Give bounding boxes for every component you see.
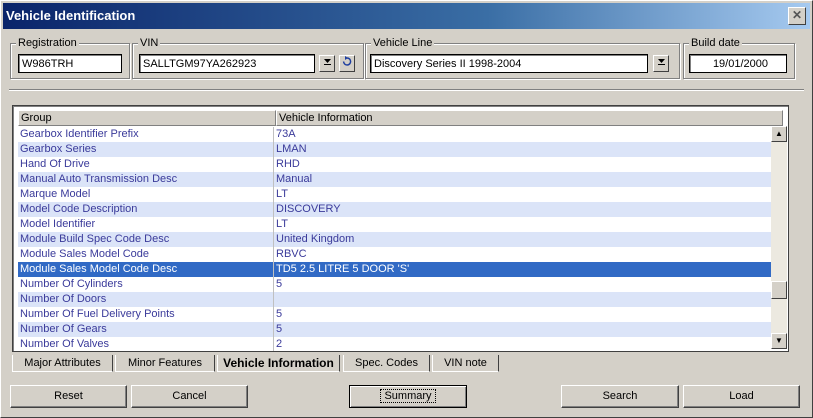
row-group-cell: Number Of Valves	[20, 338, 110, 350]
search-button[interactable]: Search	[561, 385, 679, 408]
row-info-cell: 5	[276, 278, 283, 290]
row-group-cell: Number Of Fuel Delivery Points	[20, 308, 175, 320]
row-group-cell: Module Sales Model Code	[20, 248, 150, 260]
table-row[interactable]: Number Of Doors	[18, 292, 773, 307]
column-divider	[273, 232, 274, 247]
summary-button[interactable]: Summary	[349, 385, 467, 408]
row-group-cell: Number Of Cylinders	[20, 278, 123, 290]
row-info-cell: 5	[276, 308, 283, 320]
scroll-up-button[interactable]: ▲	[771, 126, 787, 142]
table-row[interactable]: Gearbox Identifier Prefix 73A	[18, 127, 773, 142]
table-row[interactable]: Number Of Fuel Delivery Points 5	[18, 307, 773, 322]
row-info-cell: Manual	[276, 173, 313, 185]
row-info-cell: 73A	[276, 128, 296, 140]
table-row[interactable]: Gearbox Series LMAN	[18, 142, 773, 157]
row-group-cell: Gearbox Identifier Prefix	[20, 128, 139, 140]
row-group-cell: Module Sales Model Code Desc	[20, 263, 178, 275]
tab-major-attributes[interactable]: Major Attributes	[12, 355, 113, 372]
table-row[interactable]: Model Identifier LT	[18, 217, 773, 232]
scroll-down-button[interactable]: ▼	[771, 333, 787, 349]
registration-field[interactable]: W986TRH	[18, 54, 122, 73]
table-row[interactable]: Marque Model LT	[18, 187, 773, 202]
vin-refresh-button[interactable]	[339, 55, 355, 72]
reset-button[interactable]: Reset	[10, 385, 127, 408]
tab-spec-codes[interactable]: Spec. Codes	[343, 355, 430, 372]
close-icon[interactable]: ✕	[788, 7, 806, 25]
table-row[interactable]: Number Of Gears 5	[18, 322, 773, 337]
table-row[interactable]: Module Sales Model Code Desc TD5 2.5 LITR…	[18, 262, 773, 277]
table-row[interactable]: Manual Auto Transmission Desc Manual	[18, 172, 773, 187]
vin-dropdown-button[interactable]	[319, 55, 335, 72]
row-info-cell: LT	[276, 218, 289, 230]
row-info-cell: 2	[276, 338, 283, 350]
row-group-cell: Marque Model	[20, 188, 91, 200]
column-divider	[273, 337, 274, 351]
row-group-cell: Number Of Doors	[20, 293, 107, 305]
refresh-icon	[342, 56, 352, 66]
table-row[interactable]: Module Build Spec Code Desc United Kingdo…	[18, 232, 773, 247]
column-divider	[273, 172, 274, 187]
column-divider	[273, 277, 274, 292]
row-group-cell: Model Code Description	[20, 203, 138, 215]
row-info-cell: RHD	[276, 158, 300, 170]
build-date-label: Build date	[689, 37, 742, 49]
vin-field[interactable]: SALLTGM97YA262923	[139, 54, 315, 73]
table-row[interactable]: Model Code Description DISCOVERY	[18, 202, 773, 217]
row-group-cell: Manual Auto Transmission Desc	[20, 173, 178, 185]
row-group-cell: Model Identifier	[20, 218, 96, 230]
column-divider	[273, 142, 274, 157]
row-group-cell: Number Of Gears	[20, 323, 107, 335]
separator	[9, 89, 804, 91]
row-info-cell: LT	[276, 188, 289, 200]
table-row[interactable]: Number Of Valves 2	[18, 337, 773, 351]
row-info-cell: 5	[276, 323, 283, 335]
chevron-down-icon	[323, 59, 331, 65]
tab-vin-note[interactable]: VIN note	[432, 355, 499, 372]
table-row[interactable]: Hand Of Drive RHD	[18, 157, 773, 172]
vehicle-identification-window: Vehicle Identification ✕ Registration W9…	[0, 0, 813, 418]
row-group-cell: Hand Of Drive	[20, 158, 90, 170]
column-divider	[273, 262, 274, 277]
chevron-down-icon	[657, 59, 665, 65]
vehicle-line-dropdown-button[interactable]	[653, 55, 669, 72]
window-title: Vehicle Identification	[6, 8, 136, 23]
registration-label: Registration	[16, 37, 79, 49]
column-divider	[273, 202, 274, 217]
vehicle-info-grid[interactable]: Group Vehicle Information Gearbox Identi…	[12, 105, 789, 352]
row-group-cell: Module Build Spec Code Desc	[20, 233, 170, 245]
title-bar[interactable]: Vehicle Identification ✕	[3, 3, 810, 29]
tab-minor-features[interactable]: Minor Features	[115, 355, 215, 372]
column-divider	[273, 217, 274, 232]
column-divider	[273, 292, 274, 307]
row-info-cell: RBVC	[276, 248, 307, 260]
tab-vehicle-information[interactable]: Vehicle Information	[217, 355, 340, 372]
row-info-cell: United Kingdom	[276, 233, 355, 245]
table-row[interactable]: Module Sales Model Code RBVC	[18, 247, 773, 262]
column-divider	[273, 307, 274, 322]
vehicle-line-field[interactable]: Discovery Series II 1998-2004	[370, 54, 648, 73]
column-header-group[interactable]: Group	[18, 110, 276, 126]
summary-button-label: Summary	[380, 389, 436, 403]
row-info-cell: DISCOVERY	[276, 203, 341, 215]
vertical-scrollbar[interactable]: ▲ ▼	[771, 126, 787, 349]
build-date-field[interactable]: 19/01/2000	[689, 54, 787, 73]
row-group-cell: Gearbox Series	[20, 143, 97, 155]
load-button[interactable]: Load	[683, 385, 800, 408]
vin-label: VIN	[138, 37, 161, 49]
row-info-cell: TD5 2.5 LITRE 5 DOOR 'S'	[276, 263, 410, 275]
scroll-thumb[interactable]	[771, 281, 787, 299]
column-divider	[273, 127, 274, 142]
table-row[interactable]: Number Of Cylinders 5	[18, 277, 773, 292]
column-divider	[273, 247, 274, 262]
column-divider	[273, 322, 274, 337]
column-divider	[273, 157, 274, 172]
grid-header: Group Vehicle Information	[18, 110, 783, 126]
row-info-cell: LMAN	[276, 143, 307, 155]
vehicle-line-label: Vehicle Line	[371, 37, 435, 49]
cancel-button[interactable]: Cancel	[131, 385, 248, 408]
column-divider	[273, 187, 274, 202]
column-header-vehicle-information[interactable]: Vehicle Information	[276, 110, 783, 126]
